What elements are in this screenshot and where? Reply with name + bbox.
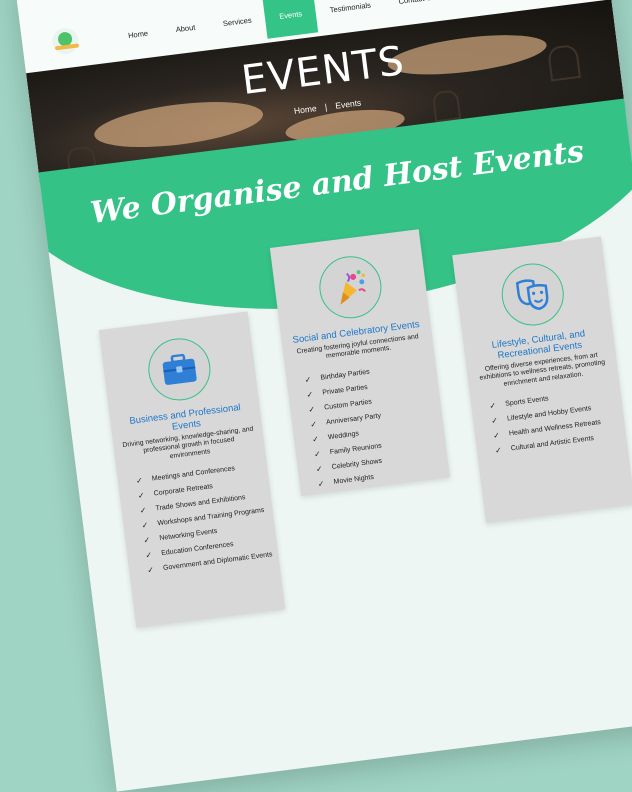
nav-about[interactable]: About <box>159 6 211 52</box>
checkmark-icon: ✓ <box>311 434 320 445</box>
checkmark-icon: ✓ <box>306 389 314 400</box>
card-list: ✓ Sports Events ✓ Lifestyle and Hobby Even… <box>471 383 627 461</box>
checkmark-icon: ✓ <box>139 505 148 516</box>
checkmark-icon: ✓ <box>307 404 316 415</box>
card-list: ✓ Meetings and Conferences ✓ Corporate Ret… <box>117 457 279 580</box>
checkmark-icon: ✓ <box>137 491 146 501</box>
breadcrumb-home[interactable]: Home <box>293 103 317 116</box>
card-list: ✓ Birthday Parties ✓ Private Parties ✓ Cust… <box>286 356 450 494</box>
briefcase-icon <box>144 334 214 405</box>
checkmark-icon: ✓ <box>315 464 324 474</box>
breadcrumb-current: Events <box>334 97 362 111</box>
nav-home[interactable]: Home <box>112 12 165 58</box>
checkmark-icon: ✓ <box>313 449 322 460</box>
logo[interactable] <box>50 26 80 56</box>
checkmark-icon: ✓ <box>135 476 144 486</box>
nav-services[interactable]: Services <box>207 0 268 46</box>
checkmark-icon: ✓ <box>144 550 153 561</box>
card-social: Social and Celebratory Events Creating f… <box>269 229 451 497</box>
theater-masks-icon <box>498 259 568 330</box>
checkmark-icon: ✓ <box>317 478 326 489</box>
checkmark-icon: ✓ <box>309 419 318 430</box>
checkmark-icon: ✓ <box>490 416 499 426</box>
checkmark-icon: ✓ <box>488 401 497 412</box>
party-popper-icon <box>315 252 386 322</box>
nav-events[interactable]: Events <box>262 0 319 39</box>
checkmark-icon: ✓ <box>304 374 312 385</box>
checkmark-icon: ✓ <box>146 565 155 576</box>
checkmark-icon: ✓ <box>492 431 501 441</box>
checkmark-icon: ✓ <box>143 535 151 546</box>
checkmark-icon: ✓ <box>141 520 149 531</box>
card-business: Business and Professional Events Driving… <box>98 311 286 628</box>
card-lifestyle: Lifestyle, Cultural, and Recreational Ev… <box>452 236 632 524</box>
website-page: Home About Services Events Testimonials … <box>14 0 632 792</box>
checkmark-icon: ✓ <box>494 445 503 456</box>
nav-testimonials[interactable]: Testimonials <box>314 0 388 32</box>
breadcrumb-separator: | <box>324 101 328 113</box>
